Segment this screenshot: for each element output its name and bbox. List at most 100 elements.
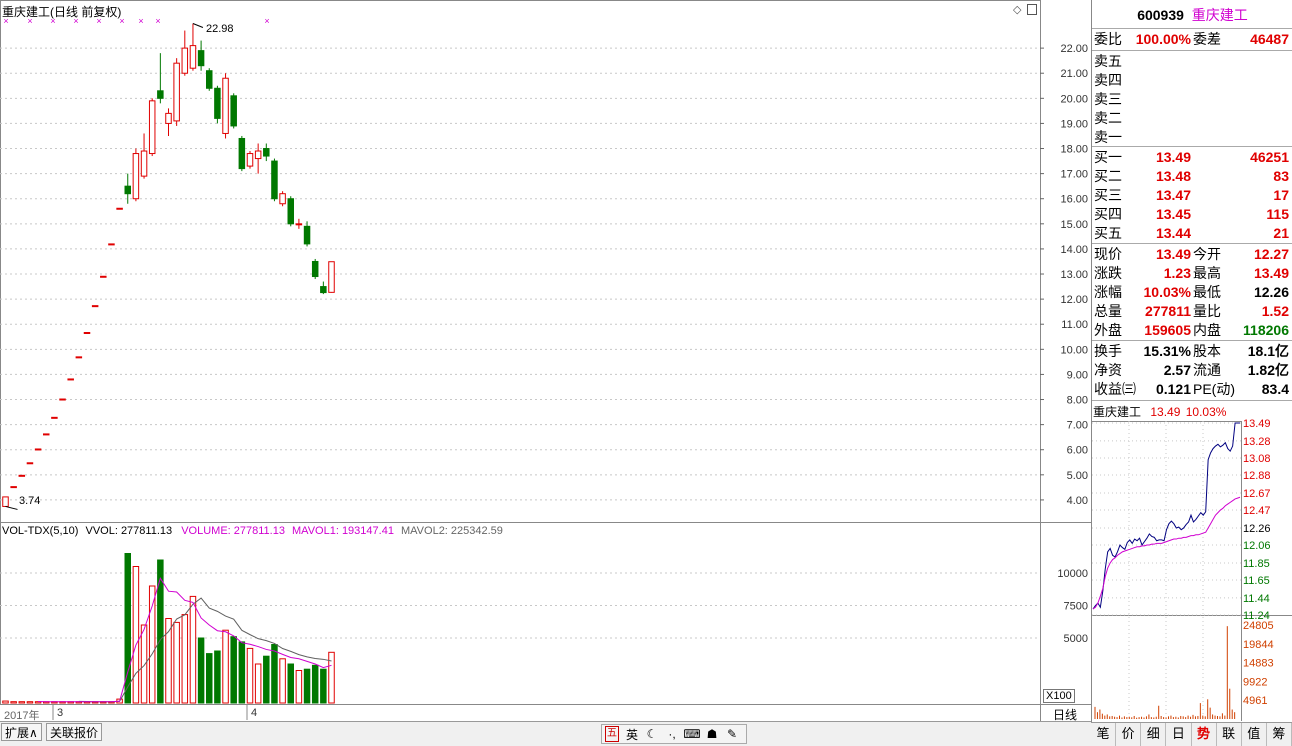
candle[interactable] [18, 474, 26, 477]
intraday-volume-tick: 9922 [1243, 676, 1267, 688]
wubi-icon[interactable]: 五 [605, 726, 619, 742]
fundamental-label: 流通 [1193, 362, 1221, 378]
stat-row: 总量 277811 量比 1.52 [1092, 302, 1292, 321]
stock-code: 600939 [1137, 7, 1184, 23]
mavol1-value: MAVOL1: 193147.41 [292, 525, 394, 537]
candle[interactable] [303, 221, 311, 247]
signal-marker: × [138, 16, 143, 26]
buy-level-label: 买四 [1094, 206, 1122, 222]
fundamental-label: 换手 [1094, 343, 1122, 359]
wrench-icon[interactable]: ✎ [722, 727, 742, 741]
quote-tab-6[interactable]: 值 [1242, 723, 1267, 746]
candle[interactable] [189, 23, 197, 71]
candle[interactable] [100, 275, 107, 278]
candle[interactable] [148, 98, 156, 157]
intraday-price-tick: 12.47 [1243, 505, 1271, 517]
candle[interactable] [320, 281, 327, 295]
volume-axis-tick: 10000 [1057, 568, 1088, 580]
candle[interactable] [140, 133, 148, 179]
candle[interactable] [279, 191, 286, 207]
price-axis-tick: 16.00 [1060, 194, 1088, 206]
kline-chart-area[interactable]: 22.00 21.00 20.00 19.00 18.00 17.00 16.00 15.00… [0, 0, 1091, 722]
candle[interactable] [83, 332, 91, 335]
low-price-label: 3.74 [19, 495, 41, 507]
candle[interactable] [222, 73, 229, 139]
stat-label: 内盘 [1193, 322, 1221, 338]
candle[interactable] [254, 143, 262, 174]
buy-level-3: 买三 13.47 17 [1092, 186, 1292, 205]
ime-toolbar[interactable]: 五 英 ☾ ·, ⌨ ☗ ✎ [601, 724, 747, 744]
buy-level-label: 买五 [1094, 225, 1122, 241]
quote-tab-1[interactable]: 价 [1116, 723, 1142, 746]
candle[interactable] [116, 207, 123, 210]
quote-tab-5[interactable]: 联 [1217, 723, 1242, 746]
weibi-label: 委比 [1094, 31, 1122, 47]
candle[interactable] [181, 30, 189, 76]
candle[interactable] [43, 433, 50, 436]
candle[interactable] [132, 148, 140, 202]
english-mode-icon[interactable]: 英 [622, 726, 642, 743]
quote-tab-2[interactable]: 细 [1141, 723, 1167, 746]
stat-label: 总量 [1094, 303, 1122, 319]
volume-bar [197, 637, 205, 704]
candle[interactable] [67, 378, 74, 381]
quote-tab-3[interactable]: 日 [1166, 723, 1192, 746]
candle[interactable] [311, 258, 319, 280]
candle[interactable] [206, 68, 213, 91]
volume-bars [2, 553, 335, 704]
buy-level-price: 13.49 [1155, 149, 1191, 165]
moon-icon[interactable]: ☾ [642, 727, 662, 741]
fundamental-row: 换手 15.31% 股本 18.1亿 [1092, 342, 1292, 361]
sell-level-label: 卖四 [1094, 72, 1122, 88]
quote-tab-0[interactable]: 笔 [1091, 723, 1117, 746]
stat-label: 涨跌 [1094, 265, 1122, 281]
sell-level-5: 卖五 [1092, 52, 1292, 71]
candle[interactable] [108, 243, 115, 246]
stat-value: 1.52 [1261, 303, 1289, 319]
diamond-icon[interactable]: ◇ [1013, 3, 1021, 16]
buy-level-price: 13.45 [1155, 206, 1191, 222]
volume-bar [26, 701, 34, 704]
candle[interactable] [230, 93, 237, 129]
related-quotes-tab[interactable]: 关联报价 [46, 723, 103, 741]
candle[interactable] [214, 85, 221, 124]
candle[interactable] [197, 40, 205, 71]
candle[interactable] [173, 58, 180, 126]
candle[interactable] [51, 416, 58, 419]
stat-row: 现价 13.49 今开 12.27 [1092, 245, 1292, 264]
fundamental-value: 83.4 [1261, 381, 1289, 397]
candle[interactable] [2, 496, 9, 507]
candle[interactable] [124, 173, 131, 204]
quote-tab-4[interactable]: 势 [1192, 723, 1217, 746]
window-restore-icon[interactable] [1027, 4, 1037, 15]
intraday-price-tick: 12.06 [1243, 540, 1271, 552]
candle[interactable] [34, 448, 42, 451]
candle[interactable] [295, 218, 303, 229]
candle[interactable] [59, 398, 66, 401]
keyboard-icon[interactable]: ⌨ [682, 727, 702, 741]
candle[interactable] [263, 143, 270, 162]
buy-level-price: 13.44 [1155, 225, 1191, 241]
candle[interactable] [246, 151, 254, 169]
user-icon[interactable]: ☗ [702, 727, 722, 741]
buy-level-volume: 21 [1273, 225, 1289, 241]
candle[interactable] [328, 261, 335, 293]
candle[interactable] [157, 53, 164, 104]
candle[interactable] [75, 356, 83, 359]
buy-level-price: 13.48 [1155, 168, 1191, 184]
candle[interactable] [287, 196, 294, 227]
candle[interactable] [271, 158, 278, 202]
intraday-chart[interactable]: 13.49 13.28 13.08 12.88 12.67 12.47 12.26 12.06… [1091, 403, 1292, 721]
candle[interactable] [10, 486, 17, 489]
candle[interactable] [165, 108, 172, 136]
fundamental-value: 0.121 [1155, 381, 1191, 397]
candle[interactable] [91, 305, 99, 308]
candle[interactable] [26, 462, 34, 465]
price-axis-tick: 14.00 [1060, 244, 1088, 256]
candle[interactable] [238, 135, 246, 172]
volume-value: VOLUME: 277811.13 [181, 525, 285, 537]
price-axis-tick: 4.00 [1067, 495, 1088, 507]
dot-icon[interactable]: ·, [662, 727, 682, 741]
quote-tab-7[interactable]: 筹 [1267, 723, 1292, 746]
expand-tab[interactable]: 扩展∧ [1, 723, 42, 741]
